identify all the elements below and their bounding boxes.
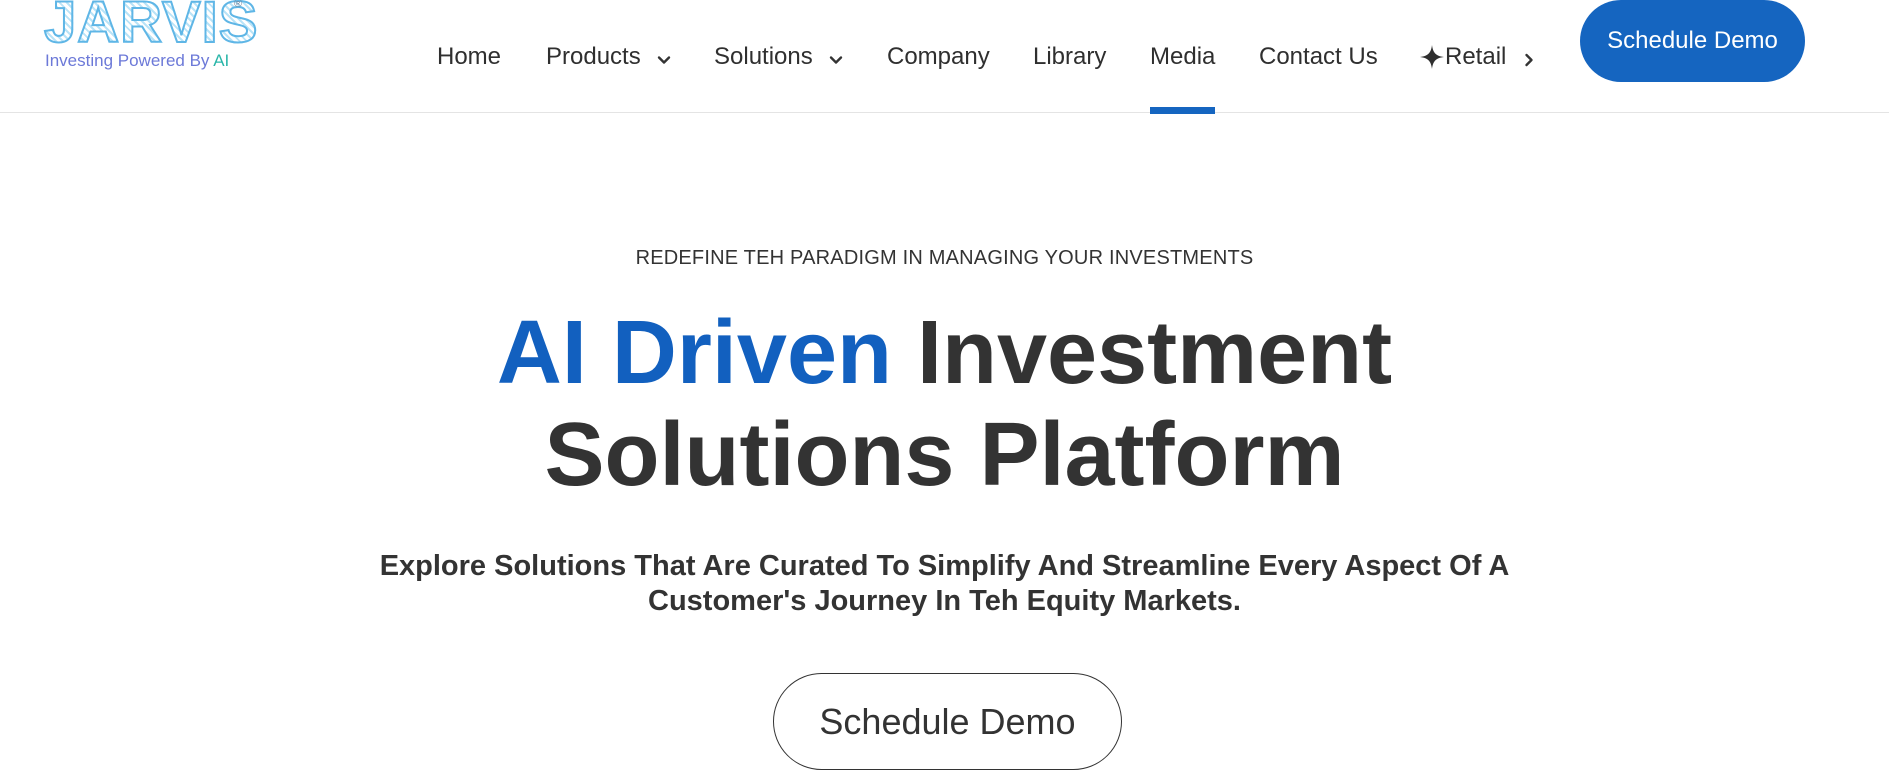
nav-home[interactable]: Home <box>437 0 501 113</box>
nav-company[interactable]: Company <box>887 0 990 113</box>
sparkle-icon <box>1419 44 1445 70</box>
subhead-line2: Customer's Journey In Teh Equity Markets… <box>648 585 1241 617</box>
chevron-right-icon <box>1520 48 1538 66</box>
logo-tagline: Investing Powered By AI <box>45 51 230 70</box>
schedule-demo-button-header[interactable]: Schedule Demo <box>1580 0 1805 82</box>
nav-media-label: Media <box>1150 42 1216 70</box>
hero-headline: AI Driven Investment Solutions Platform <box>0 302 1889 506</box>
nav-home-label: Home <box>437 42 502 70</box>
hero-eyebrow: REDEFINE TEH PARADIGM IN MANAGING YOUR I… <box>635 247 1254 269</box>
nav-media[interactable]: Media <box>1150 0 1216 114</box>
hero-subhead: Explore Solutions That Are Curated To Si… <box>0 549 1889 619</box>
chevron-down-icon <box>655 48 673 66</box>
nav-retail[interactable]: Retail <box>1419 0 1538 113</box>
nav-solutions[interactable]: Solutions <box>714 0 845 113</box>
headline-line2: Solutions Platform <box>544 405 1345 505</box>
nav-solutions-label: Solutions <box>714 42 813 70</box>
logo-registered-mark: ® <box>234 0 243 10</box>
chevron-down-icon <box>827 48 845 66</box>
jarvis-logo[interactable]: JARVIS ® Investing Powered By AI <box>43 0 258 74</box>
logo-wordmark: JARVIS <box>43 0 258 53</box>
nav-contact-us[interactable]: Contact Us <box>1259 0 1378 113</box>
site-header: JARVIS ® Investing Powered By AI Home Pr… <box>0 0 1889 114</box>
headline-accent: AI Driven <box>496 303 892 403</box>
nav-library[interactable]: Library <box>1033 0 1106 113</box>
nav-library-label: Library <box>1033 42 1107 70</box>
nav-products-label: Products <box>546 42 641 70</box>
headline-line1-rest: Investment <box>891 303 1393 403</box>
subhead-line1: Explore Solutions That Are Curated To Si… <box>379 550 1510 582</box>
nav-retail-label: Retail <box>1445 42 1507 70</box>
schedule-demo-button-hero[interactable]: Schedule Demo <box>773 673 1122 770</box>
nav-products[interactable]: Products <box>546 0 673 113</box>
nav-company-label: Company <box>887 42 990 70</box>
nav-contact-us-label: Contact Us <box>1259 42 1378 70</box>
